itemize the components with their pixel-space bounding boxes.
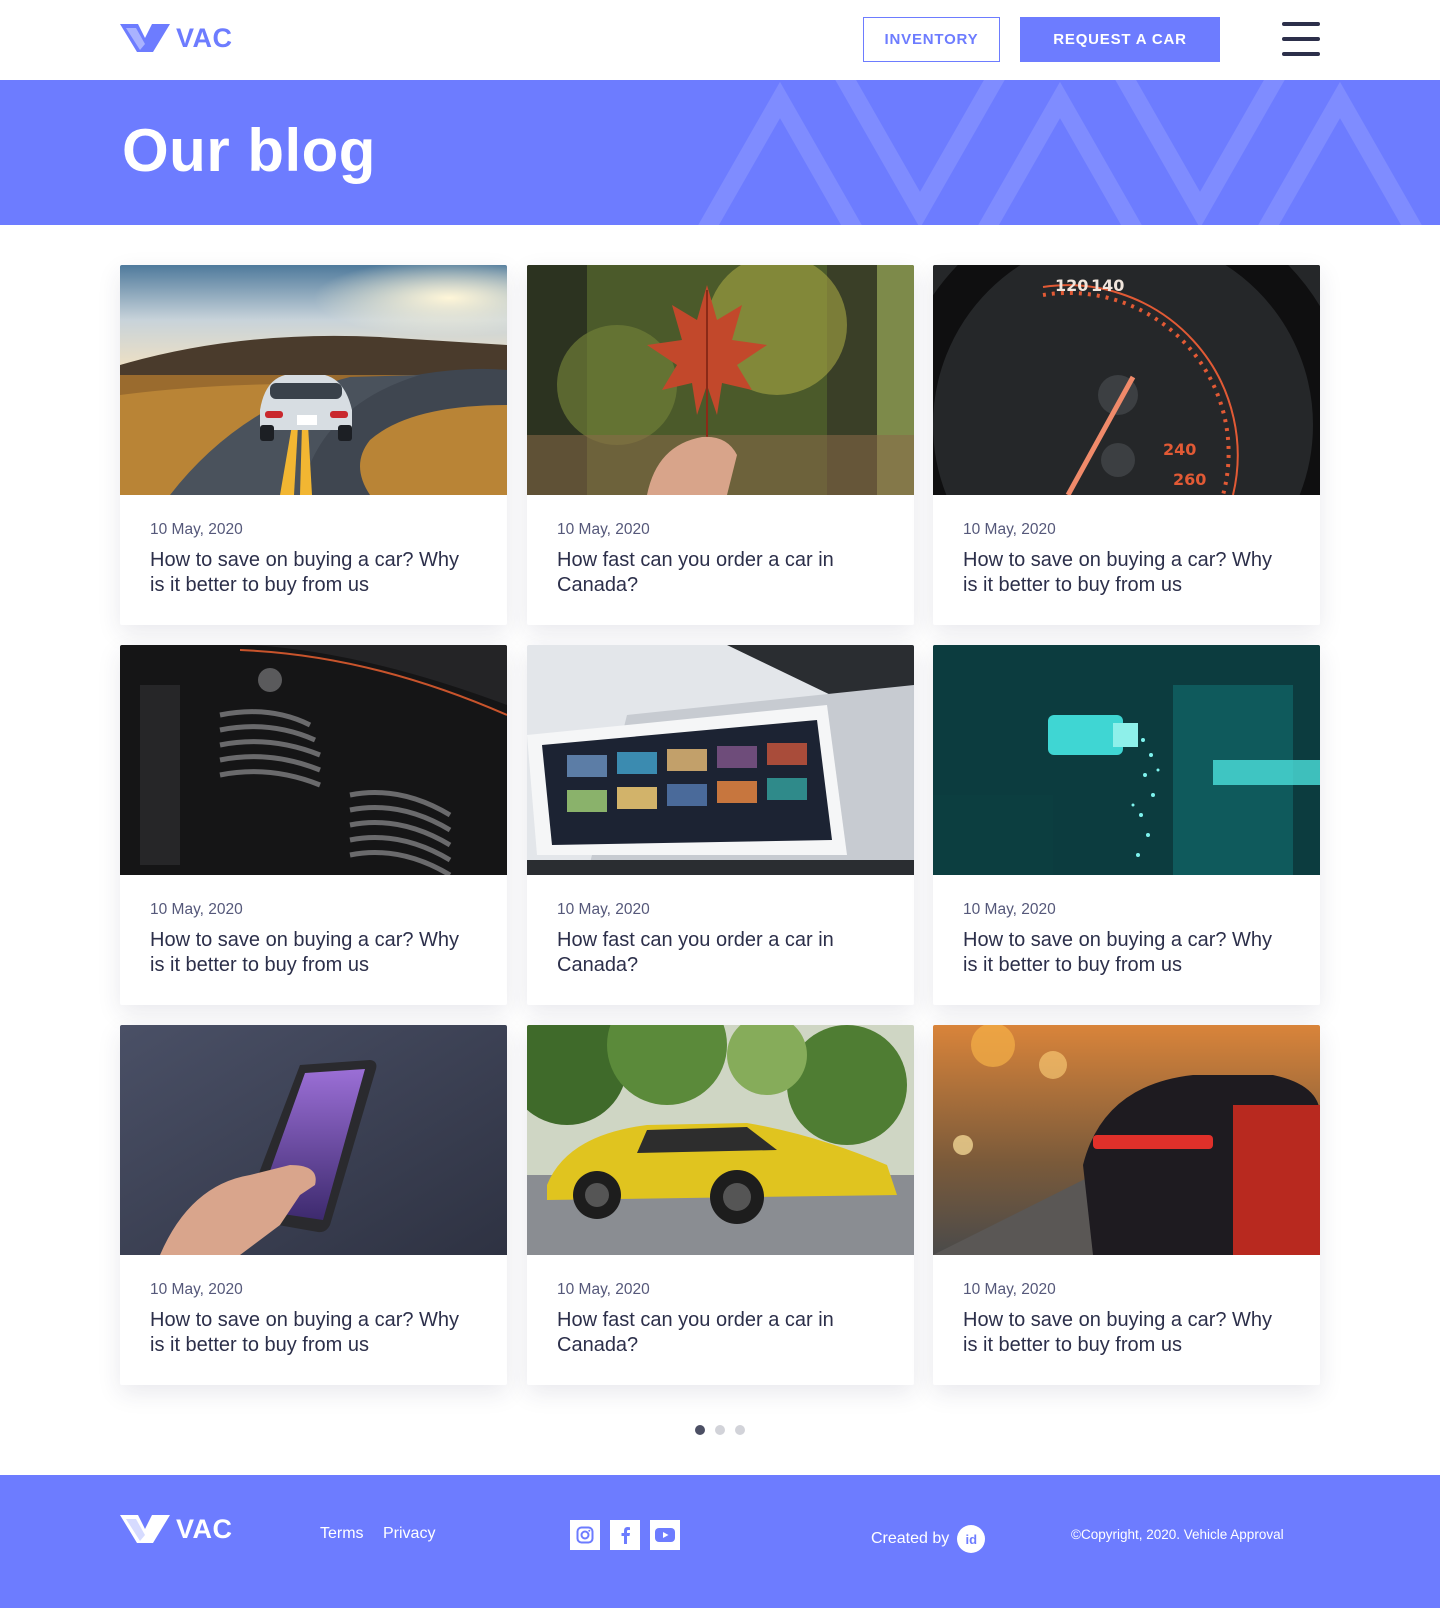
hero-banner: Our blog (0, 80, 1440, 225)
post-date: 10 May, 2020 (150, 901, 243, 918)
svg-text:140: 140 (1091, 276, 1124, 295)
post-title[interactable]: How fast can you order a car in Canada? (557, 548, 884, 598)
facebook-icon[interactable] (610, 1520, 640, 1550)
blog-card[interactable]: 10 May, 2020 How to save on buying a car… (120, 265, 507, 625)
page-dot-2[interactable] (715, 1425, 725, 1435)
request-car-button[interactable]: REQUEST A CAR (1020, 17, 1220, 62)
youtube-icon[interactable] (650, 1520, 680, 1550)
post-image (933, 645, 1320, 875)
privacy-link[interactable]: Privacy (383, 1525, 435, 1543)
post-title[interactable]: How fast can you order a car in Canada? (557, 928, 884, 978)
blog-card[interactable]: 10 May, 2020 How to save on buying a car… (933, 645, 1320, 1005)
created-by[interactable]: Created by id (871, 1525, 986, 1553)
post-date: 10 May, 2020 (150, 521, 243, 538)
post-image (933, 1025, 1320, 1255)
post-title[interactable]: How to save on buying a car? Why is it b… (963, 928, 1290, 978)
post-image (120, 1025, 507, 1255)
svg-text:120: 120 (1055, 276, 1088, 295)
blog-card[interactable]: 120 140 240 260 10 May, 2020 How to save o… (933, 265, 1320, 625)
post-date: 10 May, 2020 (963, 521, 1056, 538)
page-dot-1[interactable] (695, 1425, 705, 1435)
logo-text: VAC (176, 22, 233, 53)
page-dot-3[interactable] (735, 1425, 745, 1435)
blog-card[interactable]: 10 May, 2020 How fast can you order a ca… (527, 645, 914, 1005)
copyright-text: ©Copyright, 2020. Vehicle Approval (1071, 1527, 1284, 1542)
post-title[interactable]: How to save on buying a car? Why is it b… (963, 548, 1290, 598)
post-date: 10 May, 2020 (557, 1281, 650, 1298)
post-date: 10 May, 2020 (557, 521, 650, 538)
terms-link[interactable]: Terms (320, 1525, 364, 1543)
vac-logo[interactable]: VAC (120, 22, 233, 54)
post-image (527, 265, 914, 495)
post-date: 10 May, 2020 (963, 1281, 1056, 1298)
blog-card[interactable]: 10 May, 2020 How to save on buying a car… (120, 645, 507, 1005)
blog-card[interactable]: 10 May, 2020 How to save on buying a car… (120, 1025, 507, 1385)
footer-logo[interactable]: VAC (120, 1513, 233, 1545)
site-header: VAC INVENTORY REQUEST A CAR (0, 0, 1440, 80)
instagram-icon[interactable] (570, 1520, 600, 1550)
blog-card[interactable]: 10 May, 2020 How to save on buying a car… (933, 1025, 1320, 1385)
created-by-label: Created by (871, 1530, 950, 1547)
post-image: 120 140 240 260 (933, 265, 1320, 495)
post-title[interactable]: How to save on buying a car? Why is it b… (150, 928, 477, 978)
logo-text: VAC (176, 1513, 233, 1544)
blog-card[interactable]: 10 May, 2020 How fast can you order a ca… (527, 1025, 914, 1385)
post-date: 10 May, 2020 (557, 901, 650, 918)
post-title[interactable]: How to save on buying a car? Why is it b… (150, 1308, 477, 1358)
blog-card[interactable]: 10 May, 2020 How fast can you order a ca… (527, 265, 914, 625)
inventory-button[interactable]: INVENTORY (863, 17, 1000, 62)
post-title[interactable]: How to save on buying a car? Why is it b… (150, 548, 477, 598)
vac-logo-icon (120, 24, 170, 52)
post-title[interactable]: How to save on buying a car? Why is it b… (963, 1308, 1290, 1358)
hamburger-menu-icon[interactable] (1282, 22, 1320, 56)
svg-text:240: 240 (1163, 440, 1196, 459)
post-image (527, 1025, 914, 1255)
page-title: Our blog (122, 117, 376, 184)
post-date: 10 May, 2020 (963, 901, 1056, 918)
post-image (527, 645, 914, 875)
pagination-dots (695, 1425, 745, 1435)
site-footer: VAC Terms Privacy Created by id ©Copyrig… (0, 1475, 1440, 1608)
svg-text:260: 260 (1173, 470, 1206, 489)
agency-badge-icon: id (957, 1525, 986, 1553)
hero-pattern (698, 80, 1422, 225)
post-image (120, 265, 507, 495)
post-date: 10 May, 2020 (150, 1281, 243, 1298)
post-image (120, 645, 507, 875)
vac-logo-icon (120, 1515, 170, 1543)
post-title[interactable]: How fast can you order a car in Canada? (557, 1308, 884, 1358)
